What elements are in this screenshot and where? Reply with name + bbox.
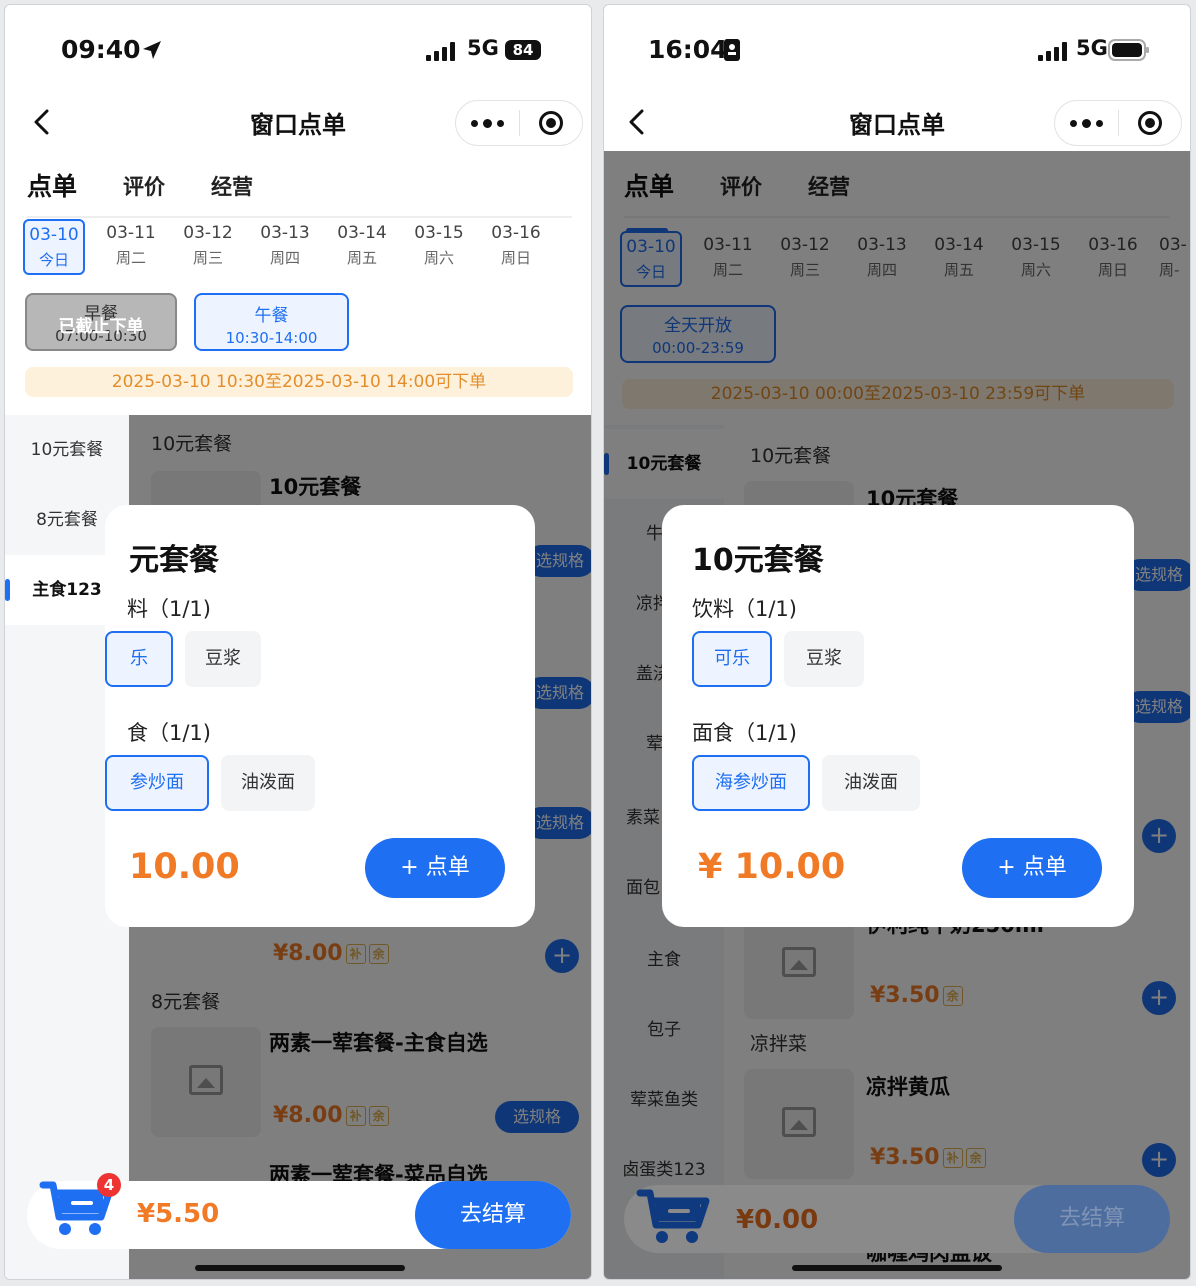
option-group-label: 料（1/1) — [127, 597, 211, 621]
home-indicator — [792, 1265, 1002, 1271]
mini-program-capsule — [455, 100, 583, 146]
meal-breakfast-closed: 早餐 07:00-10:30 已截止下单 — [25, 293, 177, 351]
order-button[interactable]: + 点单 — [365, 838, 505, 898]
home-indicator — [195, 1265, 405, 1271]
modal-price: ¥ 10.00 — [698, 847, 846, 887]
status-bar: 09:40 5G 84 — [5, 5, 591, 95]
modal-title: 10元套餐 — [692, 543, 824, 578]
cart-bar: ¥0.00 去结算 — [624, 1185, 1170, 1253]
cart-total: ¥5.50 — [137, 1199, 220, 1229]
id-card-icon — [724, 39, 740, 61]
date-item[interactable]: 03-15周六 — [408, 219, 470, 275]
order-button[interactable]: + 点单 — [962, 838, 1102, 898]
sidebar-item[interactable]: 10元套餐 — [5, 415, 129, 485]
status-bar: 16:04 5G — [604, 5, 1190, 95]
closed-label: 已截止下单 — [58, 317, 144, 337]
option[interactable]: 油泼面 — [822, 755, 920, 811]
location-arrow-icon — [143, 41, 161, 59]
more-icon[interactable] — [1055, 101, 1118, 145]
meal-lunch[interactable]: 午餐 10:30-14:00 — [194, 293, 349, 351]
option[interactable]: 豆浆 — [784, 631, 864, 687]
tab-business[interactable]: 经营 — [211, 171, 253, 217]
cart-icon[interactable] — [634, 1181, 714, 1251]
signal-icon — [426, 41, 455, 61]
status-time: 16:04 — [648, 35, 728, 64]
date-item[interactable]: 03-11周二 — [100, 219, 162, 275]
date-item[interactable]: 03-14周五 — [331, 219, 393, 275]
option-selected[interactable]: 海参炒面 — [692, 755, 810, 811]
more-icon[interactable] — [456, 101, 519, 145]
cart-bar: 4 ¥5.50 去结算 — [27, 1173, 571, 1249]
date-selector: 03-10今日 03-11周二 03-12周三 03-13周四 03-14周五 … — [23, 219, 547, 275]
option-group-label: 面食（1/1) — [692, 721, 797, 745]
checkout-button-disabled[interactable]: 去结算 — [1014, 1185, 1170, 1253]
option[interactable]: 油泼面 — [221, 755, 315, 811]
battery-icon — [1108, 39, 1149, 61]
modal-price: 10.00 — [129, 847, 240, 887]
mini-program-capsule — [1054, 100, 1182, 146]
date-item[interactable]: 03-12周三 — [177, 219, 239, 275]
close-mini-program-icon[interactable] — [520, 101, 583, 145]
signal-icon — [1038, 41, 1067, 61]
spec-modal: 元套餐 料（1/1) 乐 豆浆 食（1/1) 参炒面 油泼面 10.00 + 点… — [105, 505, 535, 927]
option-selected[interactable]: 参炒面 — [105, 755, 209, 811]
date-item[interactable]: 03-10今日 — [23, 219, 85, 275]
option-group-label: 饮料（1/1) — [692, 597, 797, 621]
top-tabs: 点单 评价 经营 — [27, 167, 299, 233]
phone-screen-right: 16:04 5G 窗口点单 点单 评价 经营 03-10今日 03-11周二 0… — [603, 4, 1191, 1280]
network-label: 5G — [467, 36, 499, 60]
spec-modal: 10元套餐 饮料（1/1) 可乐 豆浆 面食（1/1) 海参炒面 油泼面 ¥ 1… — [662, 505, 1134, 927]
close-mini-program-icon[interactable] — [1119, 101, 1182, 145]
checkout-button[interactable]: 去结算 — [415, 1181, 571, 1249]
nav-bar: 窗口点单 — [604, 95, 1190, 155]
option[interactable]: 豆浆 — [185, 631, 261, 687]
nav-bar: 窗口点单 — [5, 95, 591, 155]
modal-title: 元套餐 — [129, 543, 219, 578]
date-item[interactable]: 03-13周四 — [254, 219, 316, 275]
status-time: 09:40 — [61, 35, 141, 64]
cart-total: ¥0.00 — [736, 1205, 819, 1235]
option-selected[interactable]: 可乐 — [692, 631, 772, 687]
tab-order[interactable]: 点单 — [27, 167, 77, 233]
option-selected[interactable]: 乐 — [105, 631, 173, 687]
option-group-label: 食（1/1) — [127, 721, 211, 745]
order-window-notice: 2025-03-10 10:30至2025-03-10 14:00可下单 — [25, 367, 573, 397]
cart-count-badge: 4 — [97, 1173, 121, 1197]
network-label: 5G — [1076, 36, 1108, 60]
date-item[interactable]: 03-16周日 — [485, 219, 547, 275]
tab-review[interactable]: 评价 — [123, 171, 165, 217]
phone-screen-left: 09:40 5G 84 窗口点单 点单 评价 经营 03-10 今日 03-11 周… — [4, 4, 592, 1280]
battery-icon: 84 — [505, 40, 541, 60]
